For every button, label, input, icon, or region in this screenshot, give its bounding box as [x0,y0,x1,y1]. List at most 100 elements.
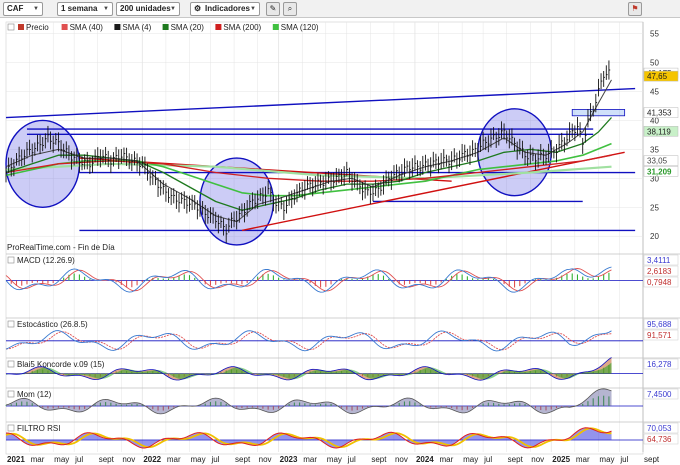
panel-value-label: 2,6183 [647,267,672,276]
price-axis: 555045403530252048,17547,6541,35338,1193… [643,30,679,241]
time-axis: 2021 mar may jul sept nov 2022 mar may jul sept nov… [7,455,660,464]
time-tick-label: sept [508,455,524,464]
price-tick-label: 25 [650,203,659,212]
panel-signal-line [5,268,612,292]
panel-value-label: 7,4500 [647,390,672,399]
price-tag-label: 33,05 [647,157,668,166]
price-tag-label: 38,119 [647,127,671,136]
panel-value-label: 70,053 [647,424,672,433]
price-tick-label: 20 [650,232,659,241]
time-tick-label: may [599,455,614,464]
time-tick-label: nov [531,455,544,464]
panel-value-label: 3,4111 [647,256,671,265]
legend-label: SMA (20) [171,23,205,32]
trend-line [5,87,636,119]
price-tick-label: 45 [650,87,659,96]
timeframe-value: 1 semana [61,4,98,13]
chevron-down-icon: ▼ [170,6,176,12]
chart-frame [5,21,644,455]
legend-label: SMA (120) [281,23,319,32]
legend-row: Precio SMA (40) SMA (4) SMA (20) SMA (200) SM… [7,23,319,32]
symbol-select[interactable]: CAF ▼ [3,2,43,16]
legend-label: SMA (4) [122,23,151,32]
time-tick-label: mar [303,455,317,464]
time-tick-label: 2021 [7,455,25,464]
time-tick-label: jul [483,455,492,464]
chevron-down-icon: ▼ [103,6,109,12]
panel-toggle-icon [7,360,15,368]
bell-icon: ⚑ [631,4,639,13]
time-tick-label: sept [235,455,251,464]
time-tick-label: may [54,455,69,464]
time-tick-label: 2025 [552,455,570,464]
panel-label: Estocástico (26.8.5) [17,320,88,329]
price-tag-label: 41,353 [647,109,672,118]
panel-toggle-icon [7,320,15,328]
price-tick-label: 50 [650,59,659,68]
chevron-down-icon: ▼ [250,6,256,12]
legend-swatch [272,24,279,30]
chart-grid [5,21,644,455]
panel-value-label: 16,278 [647,360,672,369]
timeframe-select[interactable]: 1 semana ▼ [57,2,113,16]
panel-label: Blai5 Koncorde v.09 (15) [17,360,105,369]
indicators-menu[interactable]: ⚙ Indicadores ▼ [190,2,260,16]
time-tick-label: nov [259,455,272,464]
time-tick-label: sept [371,455,387,464]
price-tag-label: 31,209 [647,167,672,176]
time-tick-label: sept [644,455,660,464]
legend-swatch [162,24,169,30]
legend-label: Precio [26,23,49,32]
legend-swatch [114,24,121,30]
time-tick-label: sept [99,455,115,464]
panel-macd: MACD (12.26.9) 3,4111 2,6183 0,7948 [5,253,680,293]
legend-toggle-icon [7,23,15,31]
resistance-zone [571,109,626,117]
indicator-panels: MACD (12.26.9) 3,4111 2,6183 0,7948 Estocást… [5,253,680,449]
momentum-line [5,388,612,415]
legend-label: SMA (40) [70,23,104,32]
main-legend: Precio SMA (40) SMA (4) SMA (20) SMA (200) SM… [7,23,319,32]
time-tick-label: mar [167,455,181,464]
panel-toggle-icon [7,424,15,432]
panel-koncorde: Blai5 Koncorde v.09 (15) 16,278 [5,357,680,381]
price-chart[interactable]: ProRealTime.com - Fin de Día MACD (12.26… [0,18,680,465]
indicators-label: Indicadores [205,4,250,13]
units-select[interactable]: 200 unidades ▼ [116,2,180,16]
magnifier-icon: ⌕ [287,4,293,13]
panel-label: MACD (12.26.9) [17,256,75,265]
panel-value-label: 0,7948 [647,278,672,287]
main-panel: ProRealTime.com - Fin de Día [5,60,636,252]
time-tick-label: may [190,455,205,464]
legend-swatch [215,24,222,30]
panel-toggle-icon [7,256,15,264]
units-value: 200 unidades [120,4,171,13]
zoom-button[interactable]: ⌕ [283,2,297,16]
time-tick-label: 2024 [416,455,434,464]
time-tick-label: mar [440,455,454,464]
panel-value-label: 91,571 [647,331,672,340]
price-tag-label: 47,65 [647,72,668,81]
time-tick-label: jul [74,455,83,464]
legend-swatch [61,24,68,30]
panel-toggle-icon [7,390,15,398]
price-tick-label: 35 [650,145,659,154]
time-tick-label: nov [395,455,408,464]
symbol-value: CAF [7,4,24,13]
time-tick-label: mar [31,455,45,464]
time-tick-label: jul [210,455,219,464]
alert-button[interactable]: ⚑ [628,2,642,16]
legend-label: SMA (200) [223,23,261,32]
time-tick-label: 2022 [143,455,161,464]
panel-label: FILTRO RSI [17,424,60,433]
source-note: ProRealTime.com - Fin de Día [7,243,115,252]
panel-stoch: Estocástico (26.8.5) 95,688 91,571 [5,317,680,352]
pencil-icon: ✎ [269,4,277,13]
time-tick-label: 2023 [280,455,298,464]
panel-rsi: FILTRO RSI 70,053 64,736 [5,421,680,449]
draw-tool-button[interactable]: ✎ [266,2,280,16]
price-tick-label: 55 [650,30,659,39]
indicator-icon: ⚙ [194,4,202,13]
time-tick-label: may [463,455,478,464]
legend-swatch [18,24,24,30]
